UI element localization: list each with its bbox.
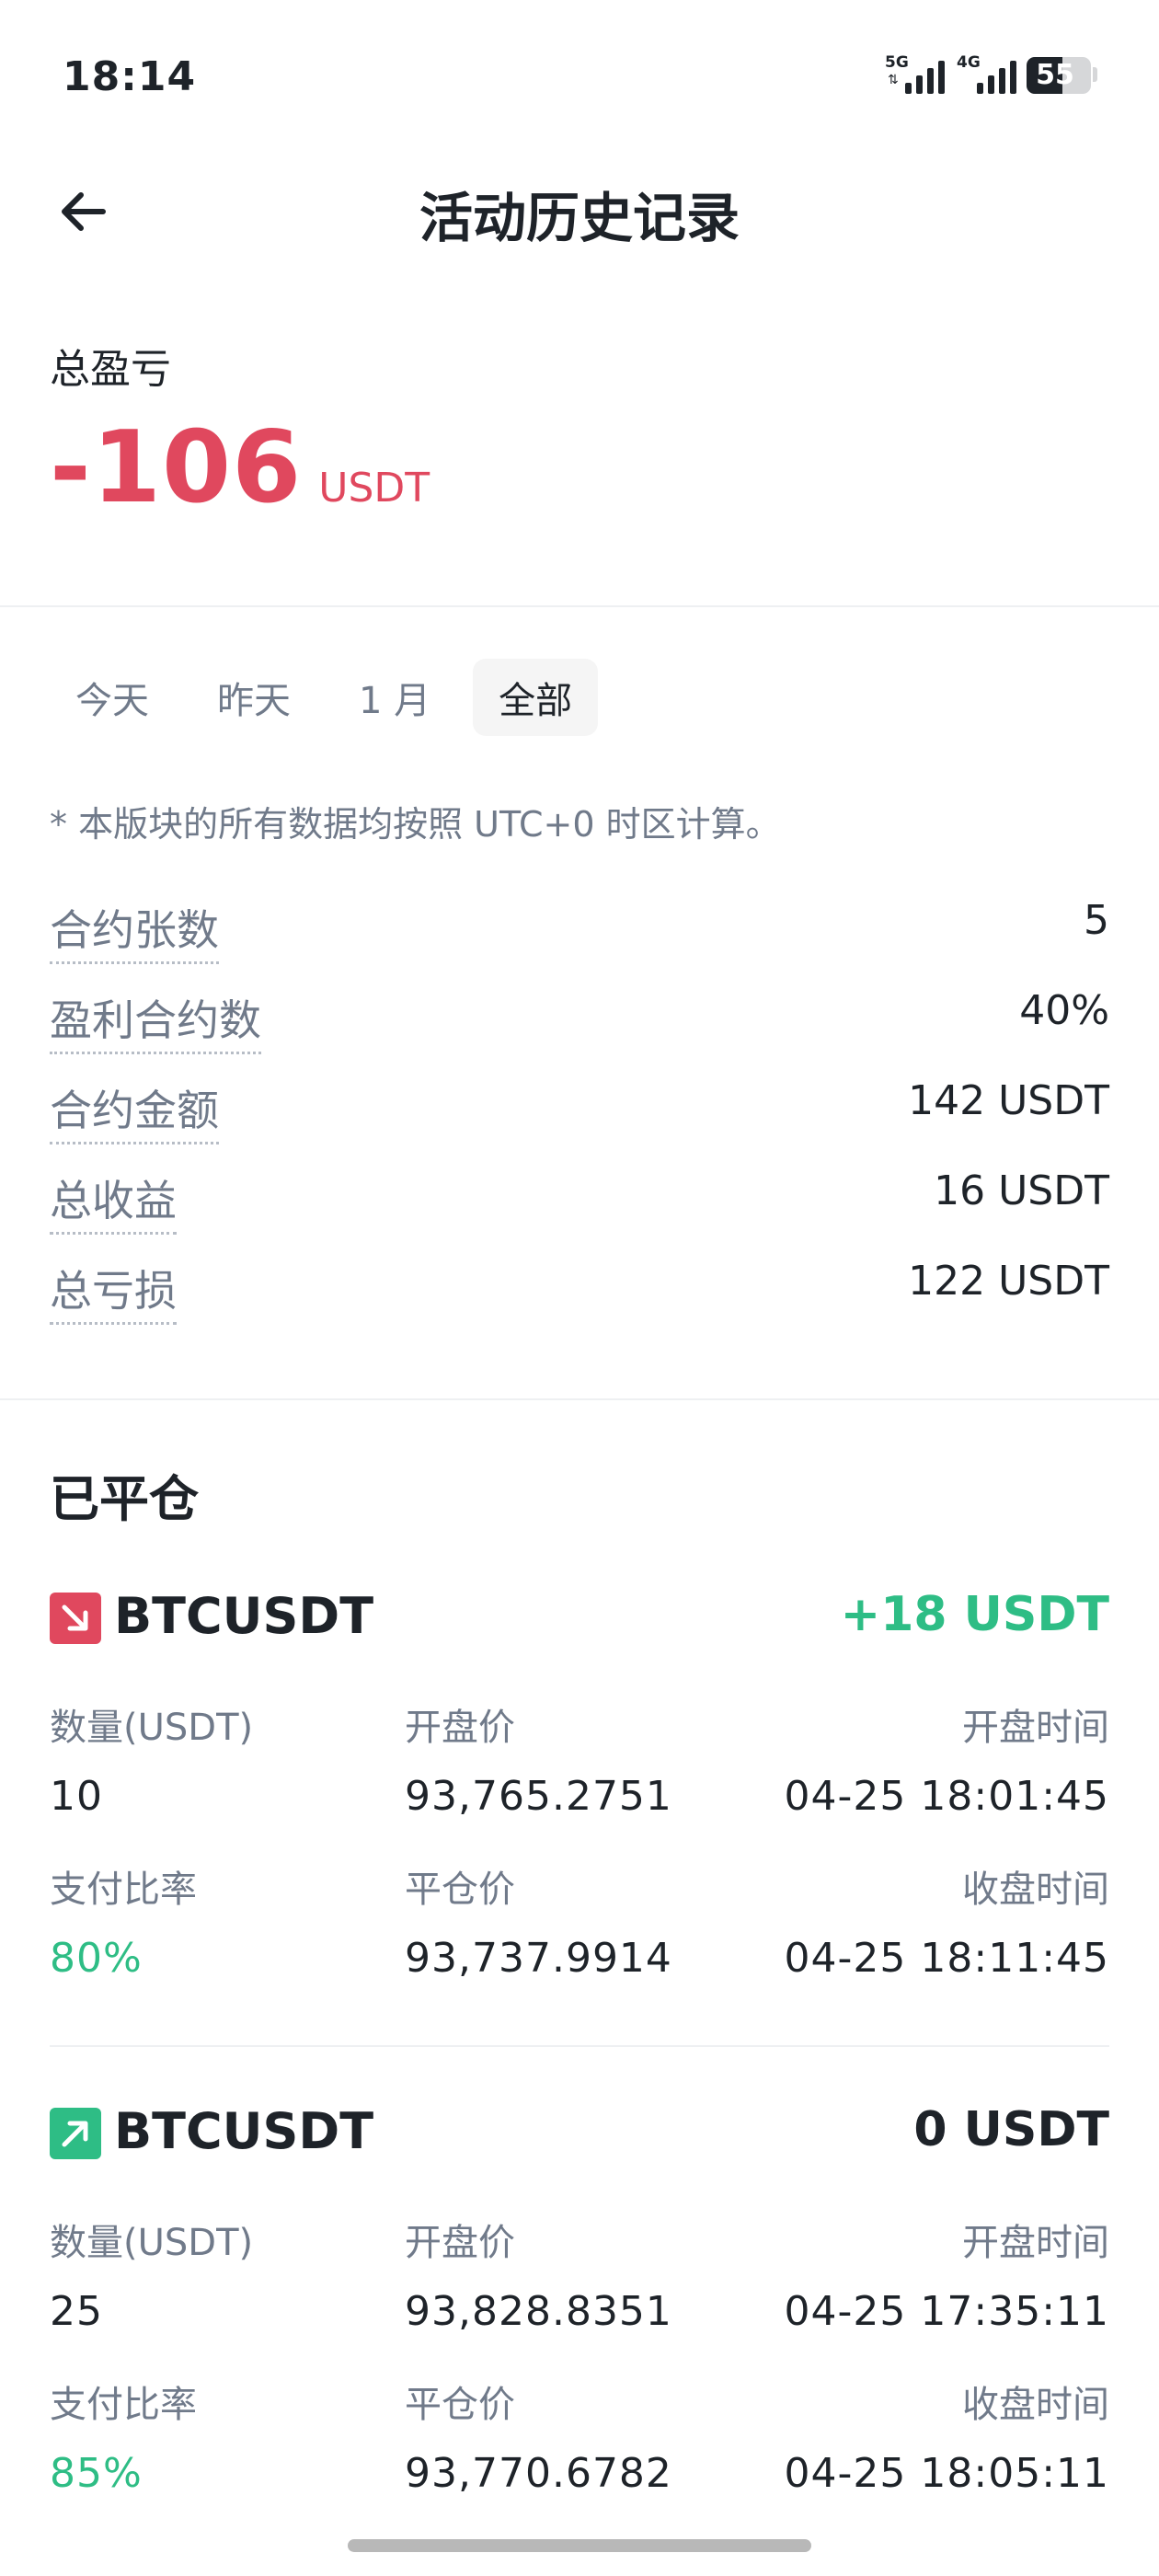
trade-open-price-label: 开盘价: [405, 2222, 515, 2264]
pnl-amount: -106: [50, 410, 303, 525]
trade-qty: 数量(USDT) 25: [50, 2213, 253, 2335]
trade-qty-value: 10: [50, 1773, 103, 1820]
trade-open-price-label: 开盘价: [405, 1707, 515, 1749]
stat-value-win-rate: 40%: [1019, 987, 1109, 1034]
battery-icon: 55: [1027, 57, 1091, 94]
app-screen: 18:14 5G ⇅ 4G 55 活动历史记录 总盈亏 -106 USDT 今天…: [0, 0, 1159, 2576]
stat-label-win-rate[interactable]: 盈利合约数: [50, 987, 261, 1054]
stat-value-contracts: 5: [1084, 897, 1109, 944]
trade-qty: 数量(USDT) 10: [50, 1697, 253, 1820]
trade-close-time-value: 04-25 18:05:11: [784, 2450, 1109, 2497]
pnl-label: 总盈亏: [50, 346, 171, 393]
trade-close-time-label: 收盘时间: [962, 2384, 1109, 2426]
trade-open-time-value: 04-25 17:35:11: [784, 2288, 1109, 2335]
stat-label-total-profit[interactable]: 总收益: [50, 1167, 177, 1235]
trade-header: BTCUSDT 0 USDT: [50, 2102, 1109, 2176]
trade-card[interactable]: BTCUSDT 0 USDT 数量(USDT) 25 开盘价 93,828.83…: [50, 2102, 1109, 2535]
stat-value-total-profit: 16 USDT: [934, 1167, 1109, 1214]
tab-month[interactable]: 1 月: [333, 659, 456, 736]
trade-open-price-value: 93,828.8351: [405, 2288, 672, 2335]
trade-open-price: 开盘价 93,765.2751: [405, 1697, 672, 1820]
tab-all[interactable]: 全部: [473, 659, 599, 736]
status-time: 18:14: [63, 53, 197, 100]
trade-details: 数量(USDT) 25 开盘价 93,828.8351 开盘时间 04-25 1…: [50, 2213, 1109, 2535]
tab-today[interactable]: 今天: [50, 659, 175, 736]
stat-row: 盈利合约数 40%: [50, 987, 1109, 1077]
trade-qty-label: 数量(USDT): [50, 1707, 254, 1749]
divider: [0, 605, 1159, 607]
stat-label-contracts[interactable]: 合约张数: [50, 897, 219, 964]
period-tabs: 今天 昨天 1 月 全部: [50, 659, 599, 736]
trade-open-price: 开盘价 93,828.8351: [405, 2213, 672, 2335]
signal-4g-icon: 4G: [957, 53, 1016, 94]
trade-close-time-label: 收盘时间: [962, 1869, 1109, 1911]
data-arrows-icon: ⇅: [888, 73, 899, 87]
pnl-value: -106 USDT: [50, 419, 430, 518]
signal-4g-label: 4G: [957, 53, 981, 72]
trade-open-time: 开盘时间 04-25 18:01:45: [785, 1697, 1109, 1820]
signal-5g-icon: 5G ⇅: [885, 53, 945, 94]
stat-row: 合约张数 5: [50, 897, 1109, 987]
trade-card[interactable]: BTCUSDT +18 USDT 数量(USDT) 10 开盘价 93,765.…: [50, 1587, 1109, 2019]
trade-divider: [50, 2045, 1109, 2047]
tab-yesterday[interactable]: 昨天: [191, 659, 316, 736]
trade-symbol: BTCUSDT: [114, 2102, 374, 2160]
trade-close-price-label: 平仓价: [405, 2384, 515, 2426]
trade-payout-label: 支付比率: [50, 2384, 197, 2426]
stat-row: 合约金额 142 USDT: [50, 1077, 1109, 1167]
trade-payout-value: 85%: [50, 2450, 143, 2497]
signal-bars-icon: [905, 57, 945, 94]
trade-close-price: 平仓价 93,737.9914: [405, 1859, 672, 1982]
signal-5g-label: 5G: [885, 53, 909, 72]
arrow-down-right-icon: [50, 1593, 101, 1644]
trade-open-time-value: 04-25 18:01:45: [784, 1773, 1109, 1820]
stat-value-total-loss: 122 USDT: [908, 1258, 1109, 1305]
page-title: 活动历史记录: [419, 187, 740, 249]
trade-header: BTCUSDT +18 USDT: [50, 1587, 1109, 1661]
trade-close-time-value: 04-25 18:11:45: [784, 1935, 1109, 1982]
home-indicator[interactable]: [348, 2539, 811, 2552]
battery-level: 55: [1036, 59, 1074, 91]
trade-details: 数量(USDT) 10 开盘价 93,765.2751 开盘时间 04-25 1…: [50, 1697, 1109, 2019]
stat-row: 总收益 16 USDT: [50, 1167, 1109, 1258]
trade-payout: 支付比率 85%: [50, 2375, 197, 2497]
trade-payout-label: 支付比率: [50, 1869, 197, 1911]
trade-close-price-label: 平仓价: [405, 1869, 515, 1911]
battery-tip: [1093, 67, 1097, 82]
trade-qty-label: 数量(USDT): [50, 2222, 254, 2264]
trade-open-time: 开盘时间 04-25 17:35:11: [785, 2213, 1109, 2335]
stat-label-total-loss[interactable]: 总亏损: [50, 1258, 177, 1325]
trade-symbol: BTCUSDT: [114, 1587, 374, 1645]
stats-list: 合约张数 5 盈利合约数 40% 合约金额 142 USDT 总收益 16 US…: [50, 897, 1109, 1348]
stat-row: 总亏损 122 USDT: [50, 1258, 1109, 1348]
pnl-unit: USDT: [318, 465, 430, 512]
trade-pnl: 0 USDT: [913, 2102, 1109, 2157]
arrow-up-right-icon: [50, 2108, 101, 2159]
trade-open-price-value: 93,765.2751: [405, 1773, 672, 1820]
timezone-note: * 本版块的所有数据均按照 UTC+0 时区计算。: [50, 804, 781, 845]
trade-open-time-label: 开盘时间: [962, 2222, 1109, 2264]
trade-payout: 支付比率 80%: [50, 1859, 197, 1982]
stat-value-amount: 142 USDT: [908, 1077, 1109, 1124]
trade-open-time-label: 开盘时间: [962, 1707, 1109, 1749]
trade-qty-value: 25: [50, 2288, 103, 2335]
trade-payout-value: 80%: [50, 1935, 143, 1982]
trade-close-price-value: 93,737.9914: [405, 1935, 672, 1982]
trade-close-time: 收盘时间 04-25 18:05:11: [785, 2375, 1109, 2497]
trade-close-price-value: 93,770.6782: [405, 2450, 672, 2497]
status-bar: 18:14 5G ⇅ 4G 55: [0, 0, 1159, 156]
trade-close-price: 平仓价 93,770.6782: [405, 2375, 672, 2497]
trade-close-time: 收盘时间 04-25 18:11:45: [785, 1859, 1109, 1982]
signal-bars-icon: [977, 57, 1016, 94]
stat-label-amount[interactable]: 合约金额: [50, 1077, 219, 1144]
closed-section-title: 已平仓: [50, 1470, 199, 1528]
header: 活动历史记录: [0, 156, 1159, 267]
divider: [0, 1398, 1159, 1400]
trade-pnl: +18 USDT: [840, 1587, 1109, 1642]
